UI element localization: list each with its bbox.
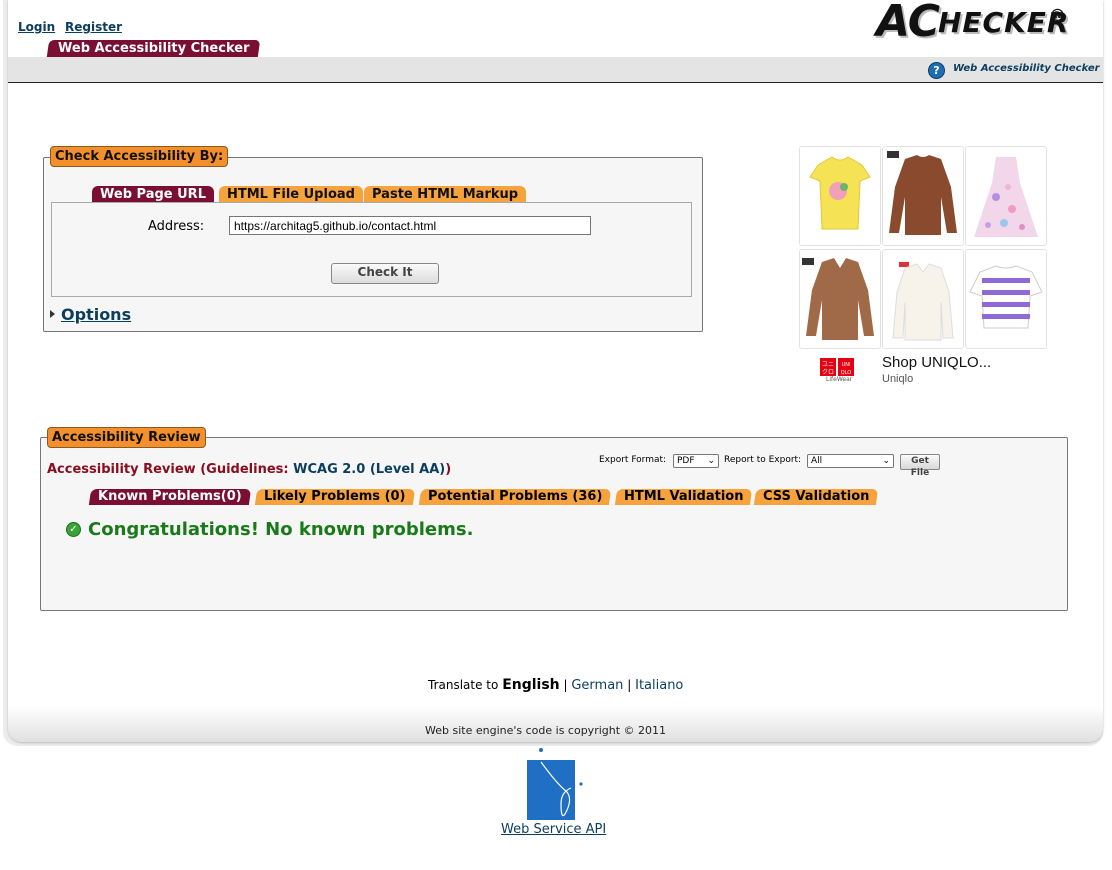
get-file-button[interactable]: Get File bbox=[900, 454, 940, 478]
current-language: English bbox=[502, 677, 560, 693]
tab-label: Likely Problems (0) bbox=[264, 489, 406, 504]
tab-known-problems[interactable]: Known Problems(0) bbox=[88, 489, 251, 505]
chevron-down-icon: ⌄ bbox=[707, 456, 715, 466]
review-heading: Accessibility Review (Guidelines: WCAG 2… bbox=[47, 462, 451, 477]
address-label: Address: bbox=[148, 219, 205, 234]
login-link[interactable]: Login bbox=[18, 20, 55, 34]
tab-web-page-url[interactable]: Web Page URL bbox=[92, 186, 214, 203]
tab-paste-html-markup[interactable]: Paste HTML Markup bbox=[364, 186, 527, 203]
tab-html-file-upload[interactable]: HTML File Upload bbox=[219, 186, 363, 203]
report-to-export-label: Report to Export: bbox=[724, 455, 802, 465]
translate-label: Translate to bbox=[428, 678, 499, 692]
logo-caption: LifeWear bbox=[826, 376, 853, 383]
check-it-button[interactable]: Check It bbox=[331, 263, 439, 284]
ad-brand[interactable]: Uniqlo bbox=[882, 373, 913, 385]
tab-css-validation[interactable]: CSS Validation bbox=[753, 489, 879, 505]
page-body bbox=[8, 0, 1103, 742]
tab-likely-problems[interactable]: Likely Problems (0) bbox=[254, 489, 415, 505]
web-service-api-logo[interactable] bbox=[527, 748, 587, 822]
tab-label: Known Problems(0) bbox=[98, 489, 242, 504]
checkmark-icon: ✓ bbox=[66, 522, 81, 537]
triangle-right-icon[interactable] bbox=[50, 310, 55, 318]
tab-label: HTML Validation bbox=[624, 489, 744, 504]
success-message: Congratulations! No known problems. bbox=[88, 519, 474, 540]
tab-label: CSS Validation bbox=[763, 489, 870, 504]
tab-label: Potential Problems (36) bbox=[428, 489, 603, 504]
separator: | bbox=[627, 678, 632, 692]
tab-html-validation[interactable]: HTML Validation bbox=[614, 489, 753, 505]
tab-web-accessibility-checker[interactable]: Web Accessibility Checker bbox=[46, 40, 261, 57]
export-format-value: PDF bbox=[677, 456, 695, 466]
svg-text:クロ: クロ bbox=[822, 369, 834, 376]
achecker-logo: AC bbox=[876, 0, 940, 47]
tab-label: Web Accessibility Checker bbox=[58, 41, 250, 56]
ad-product-purple-striped-top[interactable] bbox=[965, 249, 1047, 349]
svg-text:ユニ: ユニ bbox=[822, 361, 834, 368]
separator: | bbox=[563, 678, 568, 692]
web-service-api-link[interactable]: Web Service API bbox=[501, 822, 606, 837]
language-german-link[interactable]: German bbox=[571, 678, 623, 693]
ad-product-brown-polo-sweater[interactable] bbox=[799, 249, 881, 349]
ad-product-white-shirt[interactable] bbox=[882, 249, 964, 349]
ad-product-floral-dress[interactable] bbox=[965, 146, 1047, 246]
review-heading-suffix: ) bbox=[445, 462, 452, 477]
report-to-export-select[interactable]: All ⌄ bbox=[807, 454, 894, 468]
chevron-down-icon: ⌄ bbox=[882, 456, 890, 466]
check-accessibility-legend: Check Accessibility By: bbox=[50, 146, 229, 167]
review-heading-prefix: Accessibility Review (Guidelines: bbox=[47, 462, 294, 477]
uniqlo-logo[interactable]: ユニ クロ UNI QLO bbox=[820, 358, 854, 376]
ad-product-brown-sweater[interactable] bbox=[882, 146, 964, 246]
export-format-label: Export Format: bbox=[599, 455, 667, 465]
report-value: All bbox=[811, 456, 823, 466]
tab-potential-problems[interactable]: Potential Problems (36) bbox=[418, 489, 612, 505]
ad-product-yellow-tshirt[interactable] bbox=[799, 146, 881, 246]
guideline-link[interactable]: WCAG 2.0 (Level AA) bbox=[293, 462, 445, 477]
register-link[interactable]: Register bbox=[65, 20, 122, 34]
question-circle-icon[interactable]: ? bbox=[928, 62, 945, 79]
address-input[interactable] bbox=[229, 216, 591, 235]
export-format-select[interactable]: PDF ⌄ bbox=[673, 454, 719, 468]
registered-mark: ® bbox=[1049, 6, 1066, 26]
help-link[interactable]: Web Accessibility Checker bbox=[953, 63, 1100, 74]
options-link[interactable]: Options bbox=[61, 305, 131, 324]
language-italiano-link[interactable]: Italiano bbox=[635, 678, 683, 693]
accessibility-review-legend: Accessibility Review bbox=[47, 427, 206, 448]
svg-text:UNI: UNI bbox=[842, 362, 851, 368]
translate-bar: Translate to English | German | Italiano bbox=[428, 677, 683, 693]
ad-title[interactable]: Shop UNIQLO... bbox=[882, 354, 991, 371]
copyright-text: Web site engine's code is copyright © 20… bbox=[425, 724, 667, 737]
